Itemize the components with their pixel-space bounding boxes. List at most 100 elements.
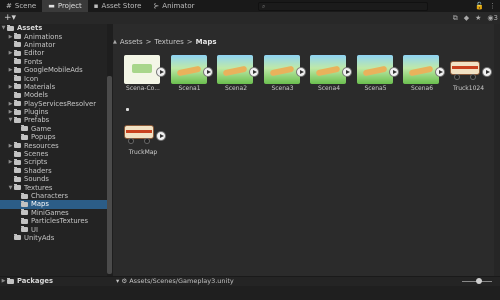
tab-scene[interactable]: # Scene: [0, 0, 42, 12]
folder-icon: [14, 175, 21, 182]
folder-icon: [14, 91, 21, 98]
tree-item-textures[interactable]: ▼ Textures: [0, 183, 107, 192]
tree-item-minigames[interactable]: MiniGames: [0, 209, 107, 217]
expand-arrow-icon[interactable]: ▶: [7, 143, 14, 149]
tree-item-playservicesresolver[interactable]: ▶ PlayServicesResolver: [0, 100, 107, 108]
map-thumbnail: [356, 55, 393, 84]
expand-sprites-icon[interactable]: [481, 67, 492, 77]
tree-item-shaders[interactable]: Shaders: [0, 167, 107, 175]
tree-item-assets[interactable]: ▼ Assets: [0, 24, 107, 32]
tree-item-label: UnityAds: [24, 233, 55, 242]
tree-item-fonts[interactable]: Fonts: [0, 58, 107, 66]
tree-item-resources[interactable]: ▶ Resources: [0, 141, 107, 150]
asset-label: Scena6: [410, 85, 434, 92]
asset-tile[interactable]: Scena4: [306, 55, 352, 101]
collapse-arrow-icon[interactable]: ▼: [0, 25, 7, 31]
expand-sprites-icon[interactable]: [156, 67, 166, 77]
tree-item-particlestextures[interactable]: ParticlesTextures: [0, 217, 107, 225]
breadcrumb: ▲ Assets > Textures > Maps: [113, 36, 217, 47]
expand-sprites-icon[interactable]: [156, 131, 166, 141]
filter-by-label-icon[interactable]: ◆: [464, 14, 469, 22]
asset-tile[interactable]: Scena2: [213, 55, 259, 101]
tree-item-label: Resources: [24, 141, 59, 150]
tree-item-game[interactable]: Game: [0, 125, 107, 133]
tree-item-unityads[interactable]: UnityAds: [0, 234, 107, 242]
expand-arrow-icon[interactable]: ▶: [7, 159, 14, 165]
asset-tile[interactable]: Scena5: [353, 55, 399, 101]
breadcrumb-textures[interactable]: Textures: [155, 38, 184, 46]
tree-item-label: Prefabs: [24, 116, 50, 125]
expand-arrow-icon[interactable]: ▶: [7, 84, 14, 90]
tree-item-scenes[interactable]: Scenes: [0, 150, 107, 158]
tree-item-materials[interactable]: ▶ Materials: [0, 83, 107, 91]
tree-item-label: Scenes: [24, 150, 49, 159]
add-asset-button[interactable]: +▾: [0, 13, 20, 23]
expand-sprites-icon[interactable]: [342, 67, 352, 77]
asset-tile[interactable]: TruckMap: [120, 119, 166, 165]
expand-arrow-icon[interactable]: ▶: [7, 34, 14, 40]
expand-arrow-icon[interactable]: ▶: [7, 50, 14, 56]
tab-animator[interactable]: ⊱ Animator: [147, 0, 200, 12]
expand-sprites-icon[interactable]: [388, 67, 399, 77]
tree-item-icon[interactable]: Icon: [0, 74, 107, 83]
folder-icon: [14, 66, 21, 73]
menu-icon[interactable]: ⋮: [489, 2, 496, 10]
asset-label: Truck1024: [452, 85, 485, 92]
expand-sprites-icon[interactable]: [249, 67, 259, 77]
folder-icon: [14, 83, 21, 90]
asset-tile[interactable]: Scena6: [399, 55, 445, 101]
expand-arrow-icon[interactable]: ▶: [7, 67, 14, 73]
expand-sprites-icon[interactable]: [202, 67, 213, 77]
favorite-icon[interactable]: ★: [475, 14, 481, 22]
tree-item-models[interactable]: Models: [0, 91, 107, 99]
map-thumbnail: [403, 55, 439, 84]
tree-item-maps[interactable]: Maps: [0, 200, 107, 209]
asset-tile[interactable]: Scena1: [167, 55, 213, 101]
tree-item-characters[interactable]: Characters: [0, 192, 107, 200]
thumbnail-size-slider-knob[interactable]: [476, 278, 482, 284]
lock-icon[interactable]: 🔓: [475, 2, 484, 10]
tree-item-animator[interactable]: Animator: [0, 41, 107, 49]
asset-grid-scrollbar[interactable]: [494, 24, 500, 286]
expand-arrow-icon[interactable]: ▶: [7, 109, 14, 115]
visibility-icon[interactable]: ◉3: [487, 14, 498, 22]
tree-item-editor[interactable]: ▶ Editor: [0, 49, 107, 57]
tree-item-popups[interactable]: Popups: [0, 133, 107, 141]
collapse-arrow-icon[interactable]: ▼: [7, 117, 14, 123]
map-thumbnail: [124, 55, 160, 84]
expand-arrow-icon[interactable]: ▶: [0, 278, 7, 284]
tab-project[interactable]: ▬ Project: [42, 0, 88, 12]
asset-label: Scena1: [178, 85, 201, 92]
tree-item-plugins[interactable]: ▶ Plugins: [0, 108, 107, 116]
folder-icon: [21, 226, 28, 233]
asset-tile[interactable]: Scena-Co...: [120, 55, 166, 101]
tree-item-animations[interactable]: ▶ Animations: [0, 32, 107, 41]
tree-item-prefabs[interactable]: ▼ Prefabs: [0, 116, 107, 124]
asset-tile[interactable]: Scena3: [260, 55, 306, 101]
tab-scene-label: Scene: [14, 2, 37, 10]
expand-arrow-icon[interactable]: ▶: [7, 101, 14, 107]
expand-sprites-icon[interactable]: [435, 67, 445, 77]
filter-by-type-icon[interactable]: ⧉: [453, 14, 458, 23]
folder-icon: [7, 24, 14, 31]
tree-item-scripts[interactable]: ▶ Scripts: [0, 158, 107, 166]
tree-item-ui[interactable]: UI: [0, 225, 107, 234]
tab-project-label: Project: [57, 2, 82, 10]
tab-asset-store[interactable]: ▪ Asset Store: [88, 0, 148, 12]
tree-item-packages[interactable]: ▶ Packages: [0, 276, 53, 286]
breadcrumb-maps[interactable]: Maps: [196, 38, 217, 46]
asset-tile[interactable]: Truck1024: [446, 55, 492, 101]
folder-icon: [14, 158, 21, 165]
collapse-arrow-icon[interactable]: ▼: [7, 185, 14, 191]
tree-item-sounds[interactable]: Sounds: [0, 175, 107, 183]
tree-item-label: Game: [31, 124, 52, 133]
folder-tree-scroll-thumb[interactable]: [107, 76, 112, 274]
map-thumbnail: [263, 55, 300, 84]
expand-sprites-icon[interactable]: [295, 67, 306, 77]
folder-icon: [21, 200, 28, 207]
breadcrumb-assets[interactable]: Assets: [120, 38, 143, 46]
search-input[interactable]: ⌕: [258, 2, 428, 11]
bottom-edge: [0, 286, 500, 300]
tree-item-googlemobileads[interactable]: ▶ GoogleMobileAds: [0, 66, 107, 74]
folder-icon: ▬: [48, 2, 55, 10]
